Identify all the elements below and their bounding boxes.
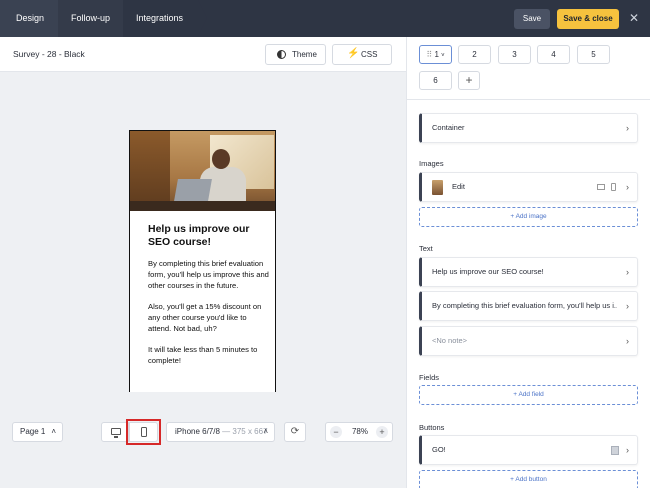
divider — [407, 99, 650, 100]
save-button[interactable]: Save — [514, 9, 550, 29]
add-page-button[interactable]: + — [458, 71, 480, 90]
mobile-preview[interactable]: Help us improve our SEO course! By compl… — [129, 130, 276, 392]
properties-panel: ⠿ 1 ˅ 2 3 4 5 6 + Container › Images Edi… — [406, 37, 650, 488]
zoom-control: 78% − + — [325, 422, 393, 442]
chevron-right-icon: › — [626, 182, 629, 192]
zoom-in-button[interactable]: + — [376, 426, 388, 438]
text-item[interactable]: <No note> › — [419, 326, 638, 356]
button-item-label: GO! — [432, 445, 446, 454]
text-item-label: Help us improve our SEO course! — [432, 267, 544, 276]
desktop-icon[interactable] — [597, 184, 605, 190]
chevron-right-icon: › — [626, 267, 629, 277]
device-select[interactable]: iPhone 6/7/8 — 375 x 667 ˄ — [166, 422, 275, 442]
page-select-value: Page 1 — [20, 427, 46, 436]
fields-section-label: Fields — [419, 373, 440, 382]
button-style-icon — [611, 446, 619, 455]
theme-button[interactable]: Theme — [265, 44, 326, 65]
chevron-up-icon: ˄ — [51, 427, 56, 436]
text-item[interactable]: By completing this brief evaluation form… — [419, 291, 638, 321]
image-edit-label: Edit — [452, 182, 465, 191]
rotate-button[interactable]: ⟳ — [284, 422, 306, 442]
contrast-icon — [277, 50, 286, 59]
preview-title: Help us improve our SEO course! — [148, 223, 250, 248]
editor-header: Survey - 28 - Black Theme ⚡ CSS — [0, 37, 406, 72]
images-section-label: Images — [419, 159, 444, 168]
top-bar: Design Follow-up Integrations Save Save … — [0, 0, 650, 37]
image-thumbnail — [432, 180, 443, 195]
device-name: iPhone 6/7/8 — [175, 427, 220, 436]
image-item[interactable]: Edit › — [419, 172, 638, 202]
text-item-label: <No note> — [432, 336, 468, 345]
chevron-right-icon: › — [626, 301, 629, 311]
close-icon[interactable]: ✕ — [627, 11, 641, 25]
tab-design[interactable]: Design — [0, 0, 58, 37]
mobile-icon[interactable] — [611, 183, 616, 191]
tab-integrations[interactable]: Integrations — [123, 0, 198, 37]
chevron-right-icon: › — [626, 336, 629, 346]
page-tab-5[interactable]: 5 — [577, 45, 610, 64]
buttons-section-label: Buttons — [419, 423, 445, 432]
chevron-right-icon: › — [626, 123, 629, 133]
text-item-label: By completing this brief evaluation form… — [432, 301, 617, 310]
highlight-box — [126, 419, 161, 445]
add-button-button[interactable]: + Add button — [419, 470, 638, 488]
save-and-close-button[interactable]: Save & close — [557, 9, 619, 29]
breadcrumb-arrow — [198, 0, 207, 36]
css-button[interactable]: ⚡ CSS — [332, 44, 392, 65]
device-dimensions: — 375 x 667 — [219, 427, 268, 436]
theme-label: Theme — [292, 50, 317, 59]
zoom-out-button[interactable]: − — [330, 426, 342, 438]
survey-title: Survey - 28 - Black — [13, 49, 85, 59]
chevron-right-icon: › — [626, 445, 629, 455]
page-tab-4[interactable]: 4 — [537, 45, 570, 64]
css-label: CSS — [361, 50, 378, 59]
button-item[interactable]: GO! › — [419, 435, 638, 465]
page-tab-1[interactable]: ⠿ 1 ˅ — [419, 45, 452, 64]
container-label: Container — [432, 123, 465, 132]
desktop-icon — [111, 428, 121, 438]
preview-body: By completing this brief evaluation form… — [148, 259, 269, 366]
tab-follow-up[interactable]: Follow-up — [58, 0, 123, 37]
editor-canvas: Survey - 28 - Black Theme ⚡ CSS Help us … — [0, 37, 406, 488]
chevron-up-icon: ˄ — [263, 427, 268, 436]
lightning-icon: ⚡ — [347, 48, 360, 59]
text-section-label: Text — [419, 244, 433, 253]
page-tab-2[interactable]: 2 — [458, 45, 491, 64]
rotate-icon: ⟳ — [290, 426, 300, 437]
page-tab-6[interactable]: 6 — [419, 71, 452, 90]
page-select[interactable]: Page 1 ˄ — [12, 422, 63, 442]
page-tab-3[interactable]: 3 — [498, 45, 531, 64]
container-item[interactable]: Container › — [419, 113, 638, 143]
add-field-button[interactable]: + Add field — [419, 385, 638, 405]
add-image-button[interactable]: + Add image — [419, 207, 638, 227]
text-item[interactable]: Help us improve our SEO course! › — [419, 257, 638, 287]
desktop-view-button[interactable] — [101, 422, 129, 442]
hero-image — [130, 131, 275, 211]
